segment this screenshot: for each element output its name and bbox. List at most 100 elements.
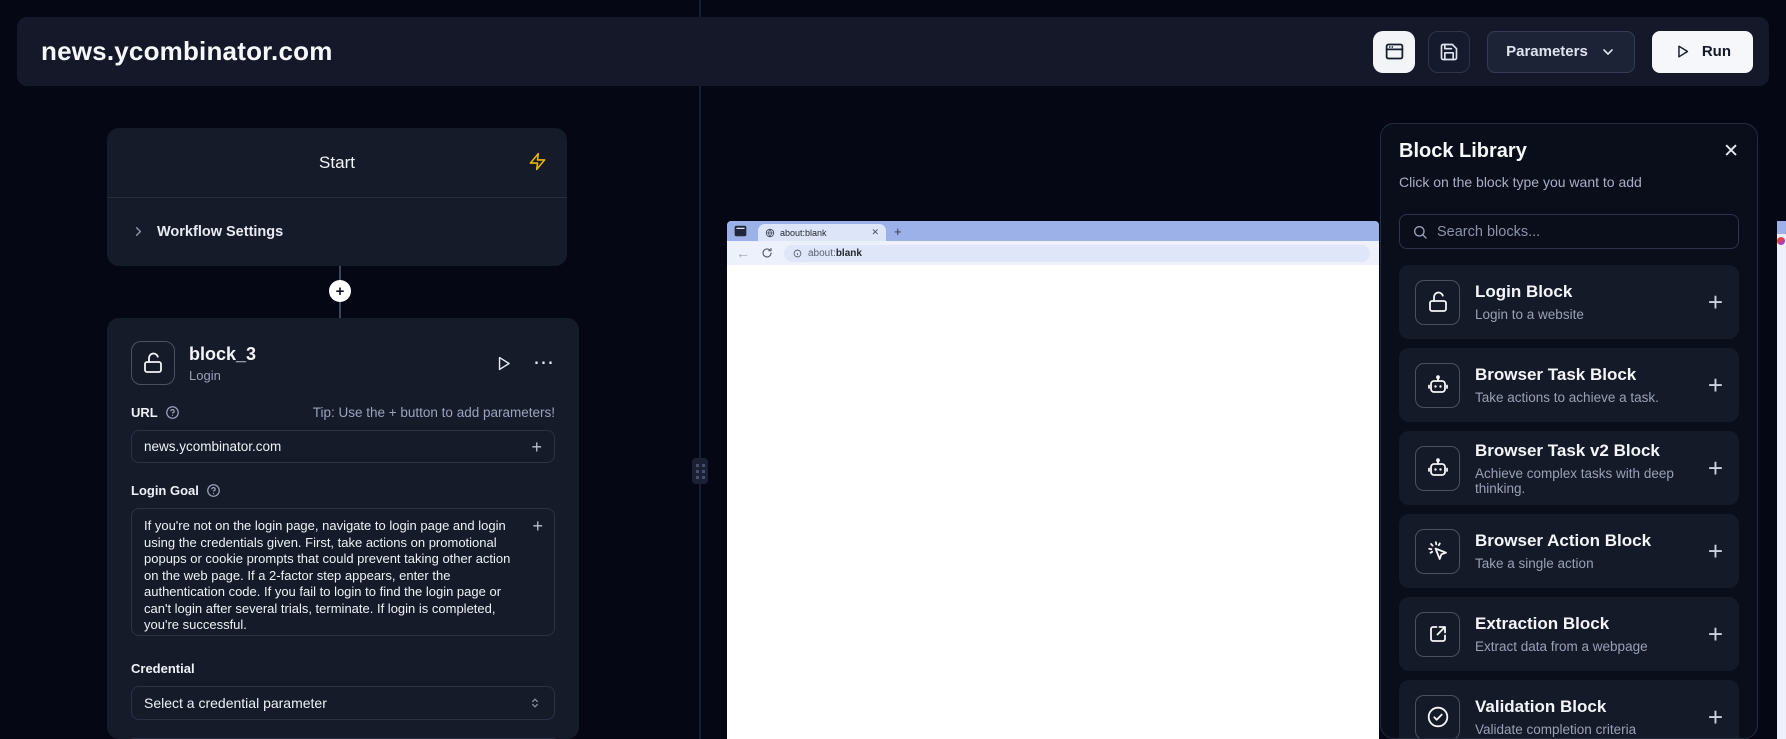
block-item-title: Browser Task Block [1475, 365, 1659, 385]
address-text: about:blank [808, 248, 862, 259]
block-item-title: Login Block [1475, 282, 1584, 302]
workflow-title: news.ycombinator.com [41, 36, 333, 67]
check-circle-icon [1426, 705, 1450, 729]
block-item-text: Login Block Login to a website [1475, 282, 1584, 322]
tab-close-icon[interactable]: ✕ [871, 228, 879, 237]
login-block-card[interactable]: block_3 Login ⋯ URL Tip: Use the + butto… [107, 318, 579, 739]
chevron-right-icon [131, 224, 146, 239]
block-item-extraction[interactable]: Extraction Block Extract data from a web… [1399, 597, 1739, 671]
add-parameter-icon[interactable]: + [531, 438, 542, 456]
block-library-header: Block Library ✕ [1399, 138, 1739, 164]
credential-select[interactable]: Select a credential parameter [131, 686, 555, 720]
url-input-wrap: + [131, 430, 555, 463]
login-block-header: block_3 Login ⋯ [131, 341, 555, 385]
globe-icon [765, 228, 775, 238]
start-block-header: Start [107, 128, 567, 198]
login-goal-label: Login Goal [131, 483, 199, 498]
browser-preview-toggle-button[interactable] [1373, 31, 1415, 73]
play-icon [1674, 43, 1691, 60]
block-item-validation[interactable]: Validation Block Validate completion cri… [1399, 680, 1739, 739]
credential-label: Credential [131, 661, 195, 676]
save-button[interactable] [1428, 31, 1470, 73]
add-parameter-icon[interactable]: + [532, 517, 543, 535]
add-block-connector-button[interactable]: + [329, 280, 351, 302]
workflow-settings-label: Workflow Settings [157, 224, 283, 240]
block-item-text: Browser Task Block Take actions to achie… [1475, 365, 1659, 405]
block-search [1399, 214, 1739, 249]
start-block-card[interactable]: Start Workflow Settings [107, 128, 567, 266]
block-item-description: Take a single action [1475, 556, 1651, 571]
close-icon[interactable]: ✕ [1723, 142, 1739, 161]
block-item-title: Extraction Block [1475, 614, 1648, 634]
block-name: block_3 [189, 344, 256, 365]
add-block-icon[interactable]: + [1708, 704, 1723, 730]
refresh-icon[interactable] [761, 247, 773, 259]
lock-open-icon [1426, 290, 1450, 314]
block-library-panel: Block Library ✕ Click on the block type … [1380, 123, 1758, 739]
add-block-icon[interactable]: + [1708, 621, 1723, 647]
search-icon [1412, 224, 1428, 240]
favicon-dot-icon [1777, 237, 1785, 245]
block-item-description: Achieve complex tasks with deep thinking… [1475, 466, 1693, 496]
add-block-icon[interactable]: + [1708, 538, 1723, 564]
url-field-row: URL Tip: Use the + button to add paramet… [131, 405, 555, 420]
search-input[interactable] [1437, 224, 1726, 240]
run-button[interactable]: Run [1652, 31, 1753, 73]
add-block-icon[interactable]: + [1708, 372, 1723, 398]
back-arrow-icon[interactable]: ← [736, 246, 750, 260]
add-block-icon[interactable]: + [1708, 455, 1723, 481]
extract-icon [1426, 622, 1450, 646]
lock-open-icon [141, 351, 165, 375]
block-menu-icon[interactable]: ⋯ [533, 358, 555, 368]
login-goal-label-group: Login Goal [131, 483, 221, 498]
block-item-text: Validation Block Validate completion cri… [1475, 697, 1636, 737]
parameters-tip: Tip: Use the + button to add parameters! [313, 405, 555, 420]
block-item-browser-action[interactable]: Browser Action Block Take a single actio… [1399, 514, 1739, 588]
login-goal-row: Login Goal [131, 483, 555, 498]
block-item-icon-box [1415, 446, 1460, 491]
block-item-icon-box [1415, 280, 1460, 325]
block-item-browser-task-v2[interactable]: Browser Task v2 Block Achieve complex ta… [1399, 431, 1739, 505]
window-controls-icon [733, 224, 748, 238]
top-header: news.ycombinator.com Parameters Run [17, 17, 1769, 86]
url-label-group: URL [131, 405, 180, 420]
block-item-login[interactable]: Login Block Login to a website + [1399, 265, 1739, 339]
block-item-icon-box [1415, 695, 1460, 739]
credential-row: Credential [131, 661, 555, 676]
chevron-down-icon [1600, 44, 1616, 60]
block-item-title: Browser Task v2 Block [1475, 441, 1693, 461]
block-item-title: Browser Action Block [1475, 531, 1651, 551]
header-controls: Parameters Run [1373, 31, 1753, 73]
block-item-icon-box [1415, 363, 1460, 408]
sliver-page [1777, 234, 1786, 739]
tab-title: about:blank [780, 228, 866, 238]
select-chevrons-icon [528, 696, 542, 710]
run-block-icon[interactable] [494, 354, 513, 373]
app-window-icon [1384, 41, 1405, 62]
zap-icon [528, 152, 547, 171]
browser-page-blank[interactable] [727, 265, 1379, 739]
block-name-group: block_3 Login [189, 344, 256, 383]
url-input[interactable] [144, 439, 531, 454]
browser-tab-about-blank[interactable]: about:blank ✕ [758, 224, 886, 241]
add-block-icon[interactable]: + [1708, 289, 1723, 315]
block-item-browser-task[interactable]: Browser Task Block Take actions to achie… [1399, 348, 1739, 422]
block-library-subtitle: Click on the block type you want to add [1399, 173, 1739, 192]
parameters-button[interactable]: Parameters [1487, 31, 1635, 73]
block-item-icon-box [1415, 612, 1460, 657]
help-circle-icon [206, 483, 221, 498]
block-list: Login Block Login to a website + Browser… [1399, 265, 1739, 739]
save-icon [1439, 42, 1459, 62]
block-actions: ⋯ [494, 354, 555, 373]
canvas-panel-divider [699, 0, 701, 739]
help-circle-icon [165, 405, 180, 420]
address-bar[interactable]: about:blank [784, 245, 1370, 262]
block-item-title: Validation Block [1475, 697, 1636, 717]
login-goal-textarea[interactable]: If you're not on the login page, navigat… [131, 508, 555, 636]
background-browser-window-sliver [1777, 221, 1786, 739]
panel-resize-handle[interactable] [692, 458, 708, 484]
new-tab-icon[interactable]: + [894, 225, 902, 238]
block-item-text: Browser Task v2 Block Achieve complex ta… [1475, 441, 1693, 496]
workflow-settings-toggle[interactable]: Workflow Settings [107, 198, 567, 265]
block-item-description: Login to a website [1475, 307, 1584, 322]
